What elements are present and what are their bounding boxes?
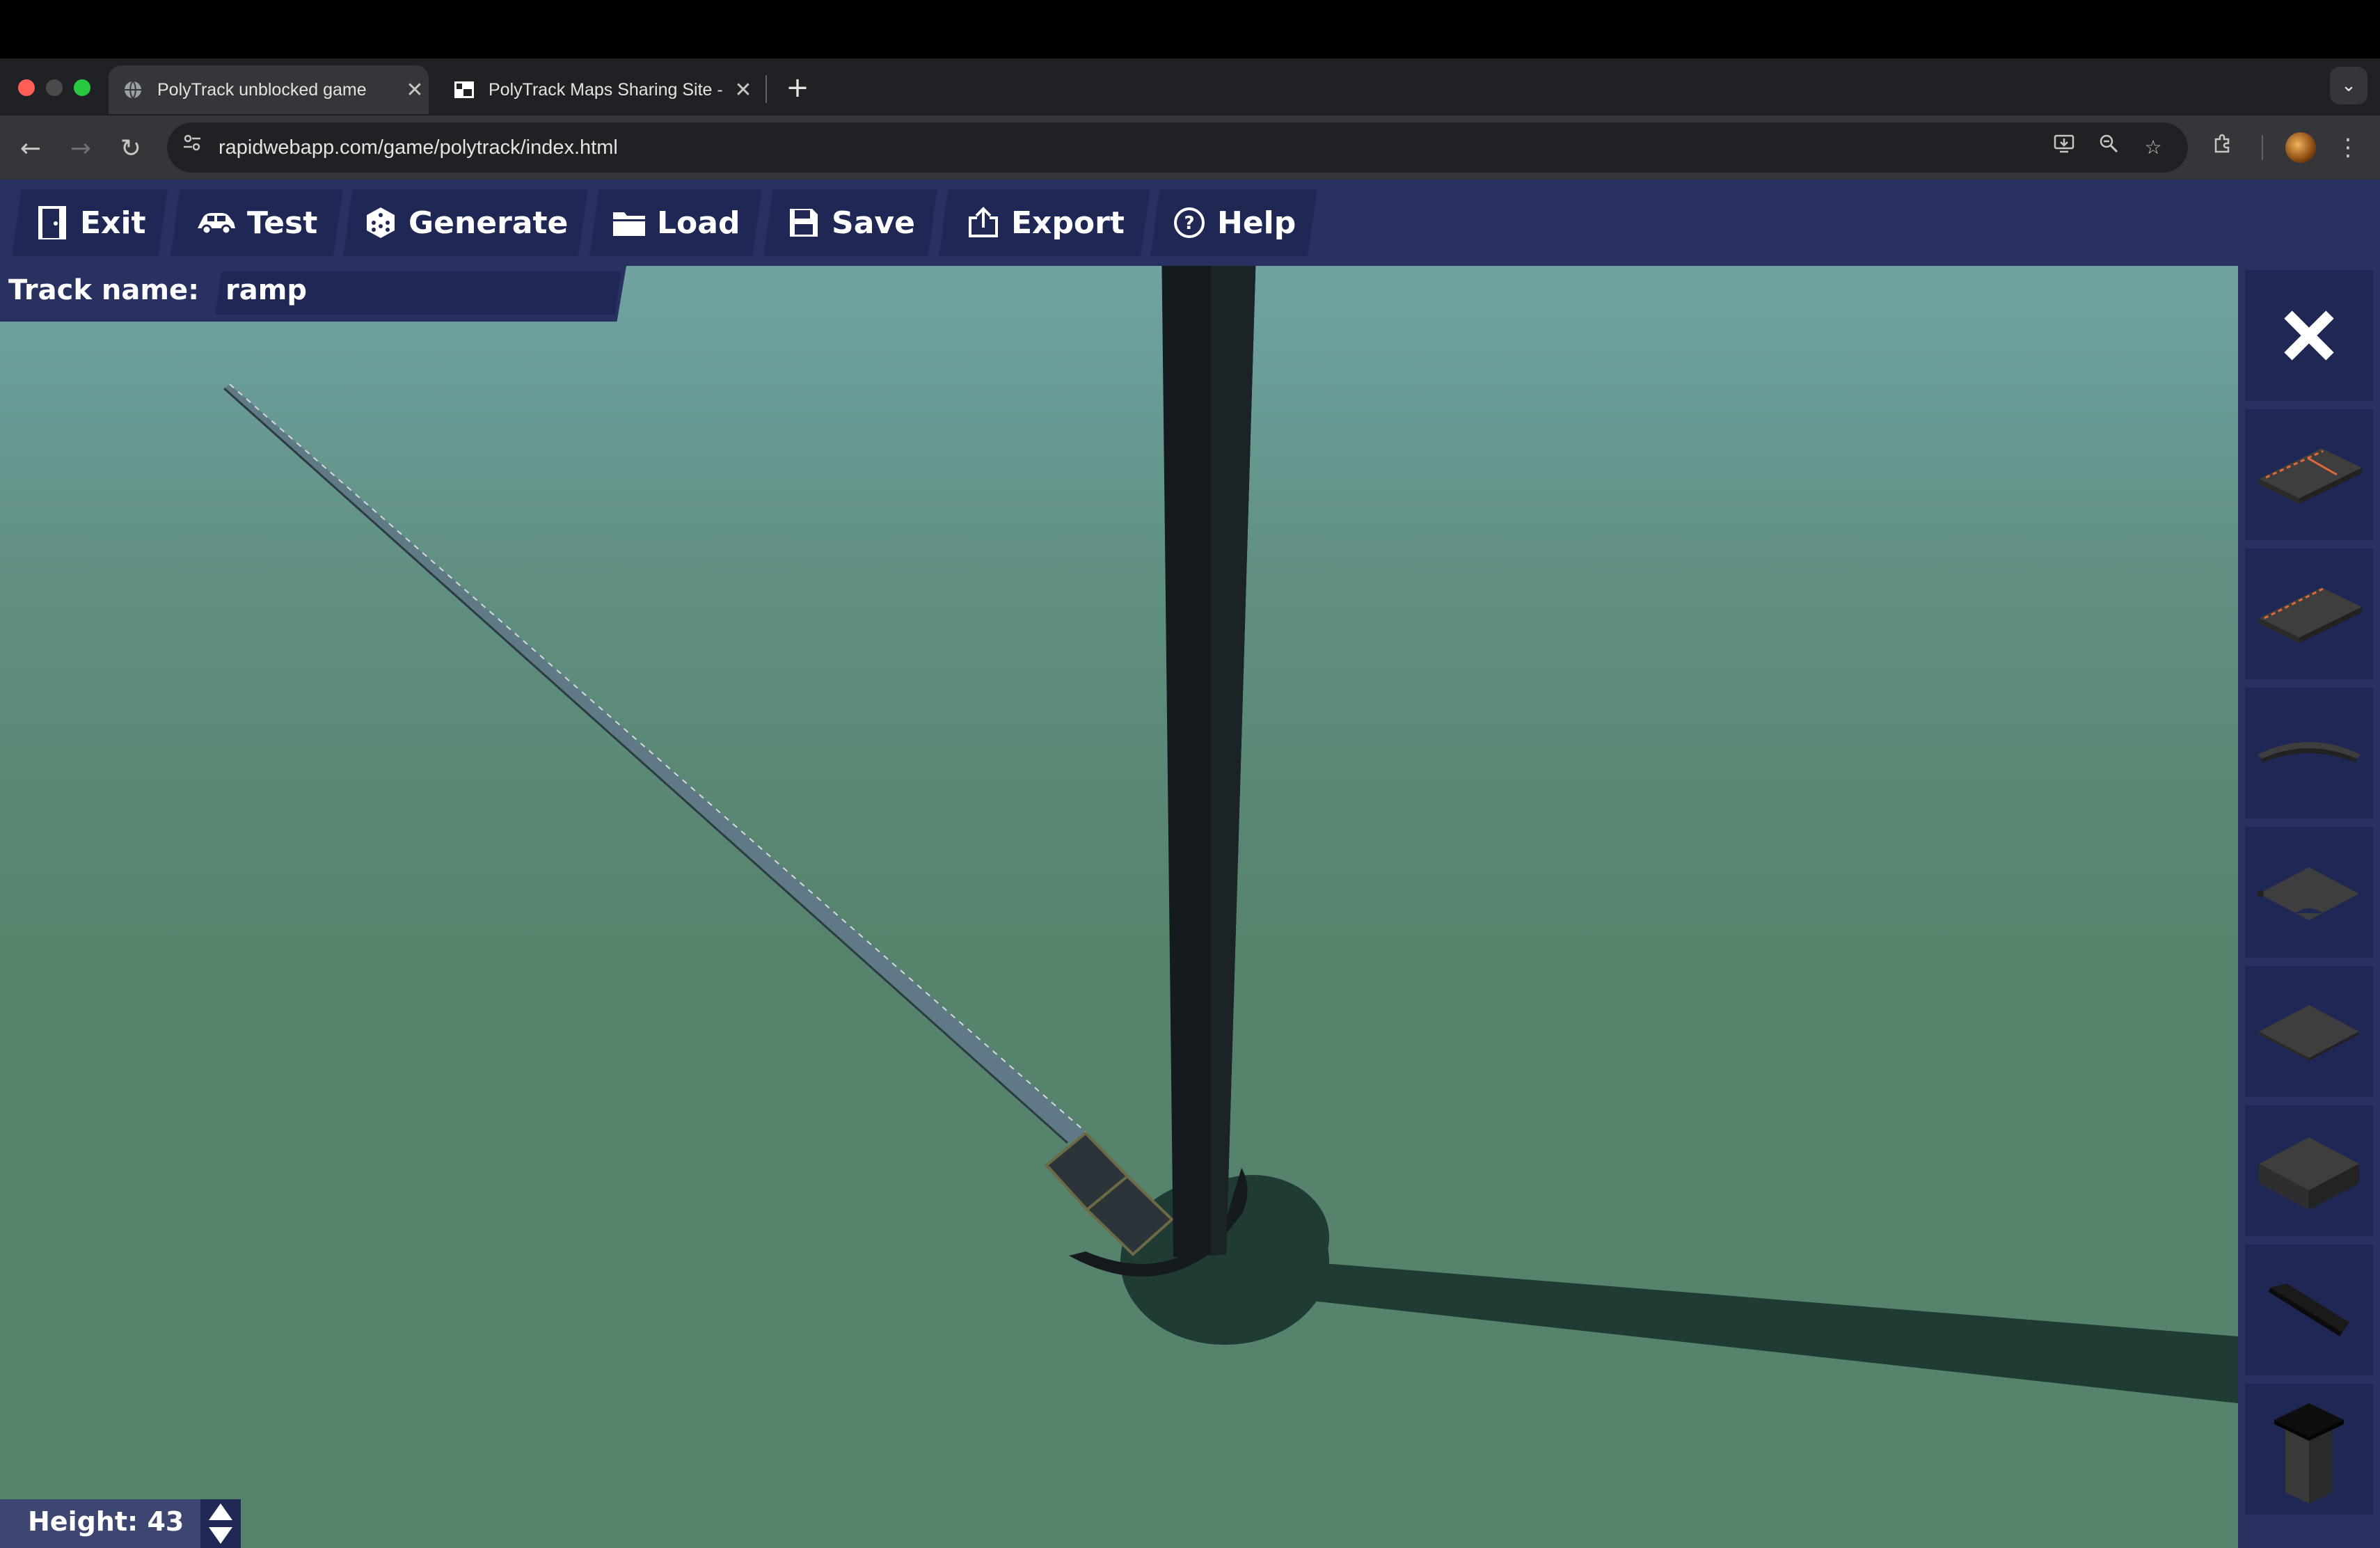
test-label: Test: [247, 205, 318, 241]
export-button[interactable]: Export: [939, 189, 1150, 256]
back-icon[interactable]: ←: [11, 129, 50, 168]
menu-icon[interactable]: ⋮: [2333, 132, 2363, 163]
profile-avatar[interactable]: [2285, 132, 2316, 163]
help-label: Help: [1217, 205, 1296, 241]
question-circle-icon: ?: [1171, 205, 1207, 241]
arrow-up-icon[interactable]: [209, 1503, 232, 1520]
close-sidebar-button[interactable]: [2245, 270, 2373, 401]
save-label: Save: [832, 205, 915, 241]
minimize-window-button[interactable]: [46, 79, 63, 96]
tab-divider: [765, 75, 767, 103]
start-piece-icon: [2259, 448, 2362, 504]
ramp-track[interactable]: [224, 384, 1087, 1143]
window-top-bar: [0, 0, 2380, 58]
install-icon[interactable]: [2049, 132, 2079, 163]
close-window-button[interactable]: [18, 79, 35, 96]
height-stepper[interactable]: [200, 1499, 241, 1548]
track-name-label: Track name:: [8, 274, 200, 306]
exit-label: Exit: [79, 205, 146, 241]
ramp-piece-tile[interactable]: [2245, 1245, 2373, 1375]
finish-piece-tile[interactable]: [2245, 548, 2373, 679]
zoom-window-button[interactable]: [74, 79, 90, 96]
url-text[interactable]: rapidwebapp.com/game/polytrack/index.htm…: [219, 132, 618, 163]
tab-search-chevron-icon[interactable]: ⌄: [2330, 67, 2367, 104]
ramp-piece-icon: [2269, 1284, 2349, 1336]
block-piece-tile[interactable]: [2245, 1105, 2373, 1236]
generate-label: Generate: [408, 205, 569, 241]
track-edge-line: [223, 387, 1068, 1144]
bookmark-star-icon[interactable]: ☆: [2138, 132, 2168, 163]
help-button[interactable]: ? Help: [1150, 189, 1317, 256]
forward-icon[interactable]: →: [61, 129, 100, 168]
tab-title: PolyTrack unblocked game: [157, 79, 367, 100]
zoom-icon[interactable]: [2093, 132, 2124, 163]
globe-icon: [122, 79, 143, 100]
flat-tile-piece-icon: [2259, 1005, 2359, 1061]
site-info-icon[interactable]: [177, 132, 207, 163]
track-scene[interactable]: [0, 180, 2380, 1548]
tab-close-icon[interactable]: ✕: [401, 78, 429, 102]
test-button[interactable]: Test: [170, 189, 343, 256]
dice-icon: [363, 205, 399, 241]
pillar-piece-tile[interactable]: [2245, 1384, 2373, 1515]
reload-icon[interactable]: ↻: [111, 129, 150, 168]
start-piece-tile[interactable]: [2245, 409, 2373, 540]
export-label: Export: [1010, 205, 1125, 241]
generate-button[interactable]: Generate: [343, 189, 588, 256]
load-label: Load: [657, 205, 740, 241]
site-logo-icon: [454, 79, 475, 100]
pillar-side: [1211, 180, 1258, 1256]
curve-piece-icon: [2258, 742, 2361, 763]
height-readout: Height: 43: [28, 1506, 184, 1537]
extensions-icon[interactable]: [2207, 132, 2238, 163]
car-icon: [196, 205, 237, 241]
track-edge-line: [229, 384, 1088, 1134]
block-piece-icon: [2259, 1137, 2359, 1210]
tab-close-icon[interactable]: ✕: [729, 78, 757, 102]
track-name-value[interactable]: ramp: [225, 274, 307, 306]
pillar-shadow: [1243, 1257, 2238, 1403]
toolbar-divider: [2262, 135, 2263, 160]
load-button[interactable]: Load: [589, 189, 762, 256]
close-icon: [2284, 310, 2334, 361]
curve-piece-tile[interactable]: [2245, 688, 2373, 819]
svg-text:?: ?: [1184, 213, 1195, 234]
floppy-disk-icon: [786, 205, 822, 241]
door-icon: [34, 205, 70, 241]
pillar-piece-icon: [2274, 1403, 2344, 1503]
turn-piece-tile[interactable]: [2245, 827, 2373, 958]
tab-polytrack-maps[interactable]: PolyTrack Maps Sharing Site - ✕: [440, 65, 757, 114]
exit-button[interactable]: Exit: [12, 189, 168, 256]
new-tab-plus-icon[interactable]: +: [778, 68, 817, 107]
turn-piece-icon: [2257, 867, 2359, 920]
game-viewport[interactable]: Exit Test Generate Load Save Export ? He…: [0, 180, 2380, 1548]
tab-polytrack-game[interactable]: PolyTrack unblocked game ✕: [109, 65, 429, 114]
flat-tile-piece-tile[interactable]: [2245, 966, 2373, 1097]
folder-icon: [611, 205, 647, 241]
share-upload-icon: [965, 205, 1001, 241]
tab-title: PolyTrack Maps Sharing Site -: [489, 79, 723, 100]
finish-piece-icon: [2259, 587, 2362, 643]
arrow-down-icon[interactable]: [209, 1527, 232, 1544]
save-button[interactable]: Save: [763, 189, 937, 256]
